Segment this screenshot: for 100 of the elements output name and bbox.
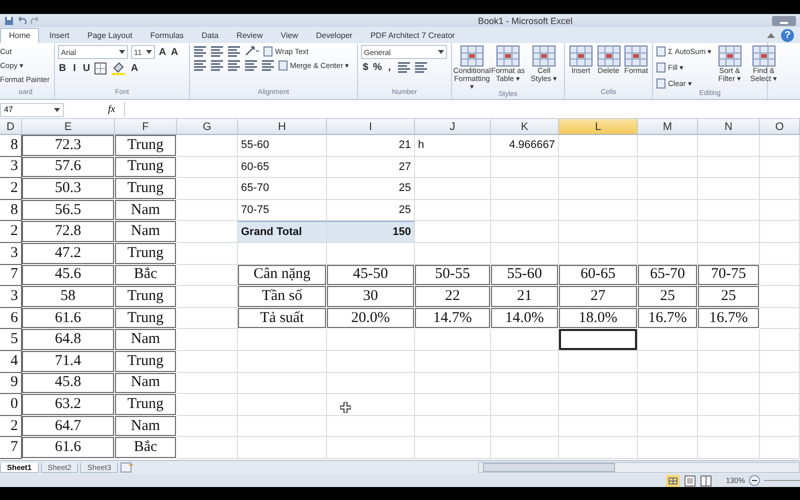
- empty-cell[interactable]: [760, 437, 800, 459]
- empty-cell[interactable]: [491, 350, 559, 373]
- empty-cell[interactable]: [238, 394, 327, 416]
- empty-cell[interactable]: [698, 200, 760, 222]
- empty-cell[interactable]: [177, 329, 238, 351]
- empty-cell[interactable]: [177, 156, 238, 178]
- cursor-icon[interactable]: [340, 402, 351, 413]
- save-icon[interactable]: [4, 16, 14, 26]
- new-sheet-icon[interactable]: [120, 462, 134, 473]
- empty-cell[interactable]: [760, 308, 800, 330]
- empty-cell[interactable]: [559, 178, 638, 200]
- empty-cell[interactable]: [638, 221, 698, 243]
- align-icon[interactable]: [397, 61, 411, 73]
- empty-cell[interactable]: [698, 350, 760, 373]
- minimize-icon[interactable]: [772, 16, 796, 26]
- empty-cell[interactable]: [760, 178, 800, 200]
- table-icon[interactable]: [496, 45, 520, 67]
- empty-cell[interactable]: [559, 437, 638, 459]
- name-box[interactable]: 47: [0, 102, 64, 116]
- empty-cell[interactable]: [177, 394, 238, 416]
- fill-color-icon[interactable]: [111, 61, 127, 75]
- table-icon[interactable]: [624, 45, 648, 67]
- empty-cell[interactable]: [760, 329, 800, 351]
- empty-cell[interactable]: [760, 242, 800, 265]
- empty-cell[interactable]: [238, 372, 327, 394]
- letter-button[interactable]: I: [70, 62, 79, 74]
- empty-cell[interactable]: [760, 286, 800, 308]
- column-header[interactable]: I: [327, 119, 415, 135]
- empty-cell[interactable]: [638, 242, 698, 265]
- ribbon-tab[interactable]: Home: [0, 28, 40, 43]
- table-icon[interactable]: [752, 45, 776, 67]
- text-orientation-icon[interactable]: [244, 45, 260, 57]
- empty-cell[interactable]: [238, 329, 327, 351]
- empty-cell[interactable]: [760, 221, 800, 243]
- column-header[interactable]: K: [491, 119, 559, 135]
- empty-cell[interactable]: [760, 350, 800, 373]
- align-icon[interactable]: [244, 59, 258, 71]
- empty-cell[interactable]: [638, 394, 698, 416]
- active-cell[interactable]: [559, 329, 638, 351]
- align-icon[interactable]: [227, 45, 241, 57]
- empty-cell[interactable]: [177, 286, 238, 308]
- table-icon[interactable]: [596, 45, 620, 67]
- empty-cell[interactable]: [177, 308, 238, 330]
- empty-cell[interactable]: [638, 437, 698, 459]
- empty-cell[interactable]: [638, 350, 698, 373]
- empty-cell[interactable]: [638, 156, 698, 178]
- column-header[interactable]: N: [698, 119, 760, 135]
- empty-cell[interactable]: [327, 416, 415, 438]
- undo-icon[interactable]: [17, 16, 27, 26]
- empty-cell[interactable]: [698, 416, 760, 438]
- empty-cell[interactable]: [415, 329, 491, 351]
- column-header[interactable]: H: [238, 119, 327, 135]
- column-header[interactable]: G: [177, 119, 238, 135]
- empty-cell[interactable]: [491, 394, 559, 416]
- letter-button[interactable]: A: [130, 62, 139, 74]
- caret-down-icon[interactable]: [146, 50, 152, 54]
- borders-icon[interactable]: [94, 62, 108, 74]
- empty-cell[interactable]: [638, 200, 698, 222]
- ribbon-tab[interactable]: Insert: [41, 29, 78, 43]
- table-icon[interactable]: [568, 45, 593, 67]
- ribbon-tab[interactable]: Developer: [308, 29, 360, 43]
- empty-cell[interactable]: [491, 156, 559, 178]
- empty-cell[interactable]: [559, 135, 638, 157]
- align-icon[interactable]: [261, 59, 275, 71]
- empty-cell[interactable]: [559, 242, 638, 265]
- empty-cell[interactable]: [238, 437, 327, 459]
- empty-cell[interactable]: [177, 200, 238, 222]
- letter-button[interactable]: ,: [385, 62, 394, 72]
- column-header[interactable]: J: [415, 119, 491, 135]
- empty-cell[interactable]: [415, 178, 491, 200]
- column-header[interactable]: E: [22, 119, 115, 135]
- align-icon[interactable]: [193, 45, 207, 57]
- caret-down-icon[interactable]: [438, 50, 444, 54]
- empty-cell[interactable]: [177, 178, 238, 200]
- align-icon[interactable]: [193, 59, 207, 71]
- align-icon[interactable]: [210, 45, 224, 57]
- empty-cell[interactable]: [559, 200, 638, 222]
- empty-cell[interactable]: [177, 242, 238, 265]
- letter-button[interactable]: B: [58, 62, 67, 74]
- empty-cell[interactable]: [327, 437, 415, 459]
- empty-cell[interactable]: [638, 135, 698, 157]
- empty-cell[interactable]: [760, 200, 800, 222]
- caret-down-icon[interactable]: [54, 108, 60, 112]
- empty-cell[interactable]: [698, 437, 760, 459]
- empty-cell[interactable]: [177, 350, 238, 373]
- empty-cell[interactable]: [415, 242, 491, 265]
- empty-cell[interactable]: [638, 416, 698, 438]
- empty-cell[interactable]: [415, 200, 491, 222]
- column-header[interactable]: O: [760, 119, 800, 135]
- ribbon-tab[interactable]: Review: [228, 29, 271, 43]
- column-header[interactable]: M: [638, 119, 698, 135]
- letter-button[interactable]: A: [170, 46, 179, 58]
- empty-cell[interactable]: [559, 156, 638, 178]
- empty-cell[interactable]: [491, 200, 559, 222]
- empty-cell[interactable]: [760, 264, 800, 286]
- empty-cell[interactable]: [491, 329, 559, 351]
- align-icon[interactable]: [414, 61, 428, 73]
- empty-cell[interactable]: [327, 329, 415, 351]
- empty-cell[interactable]: [491, 178, 559, 200]
- ribbon-tab[interactable]: View: [272, 29, 306, 43]
